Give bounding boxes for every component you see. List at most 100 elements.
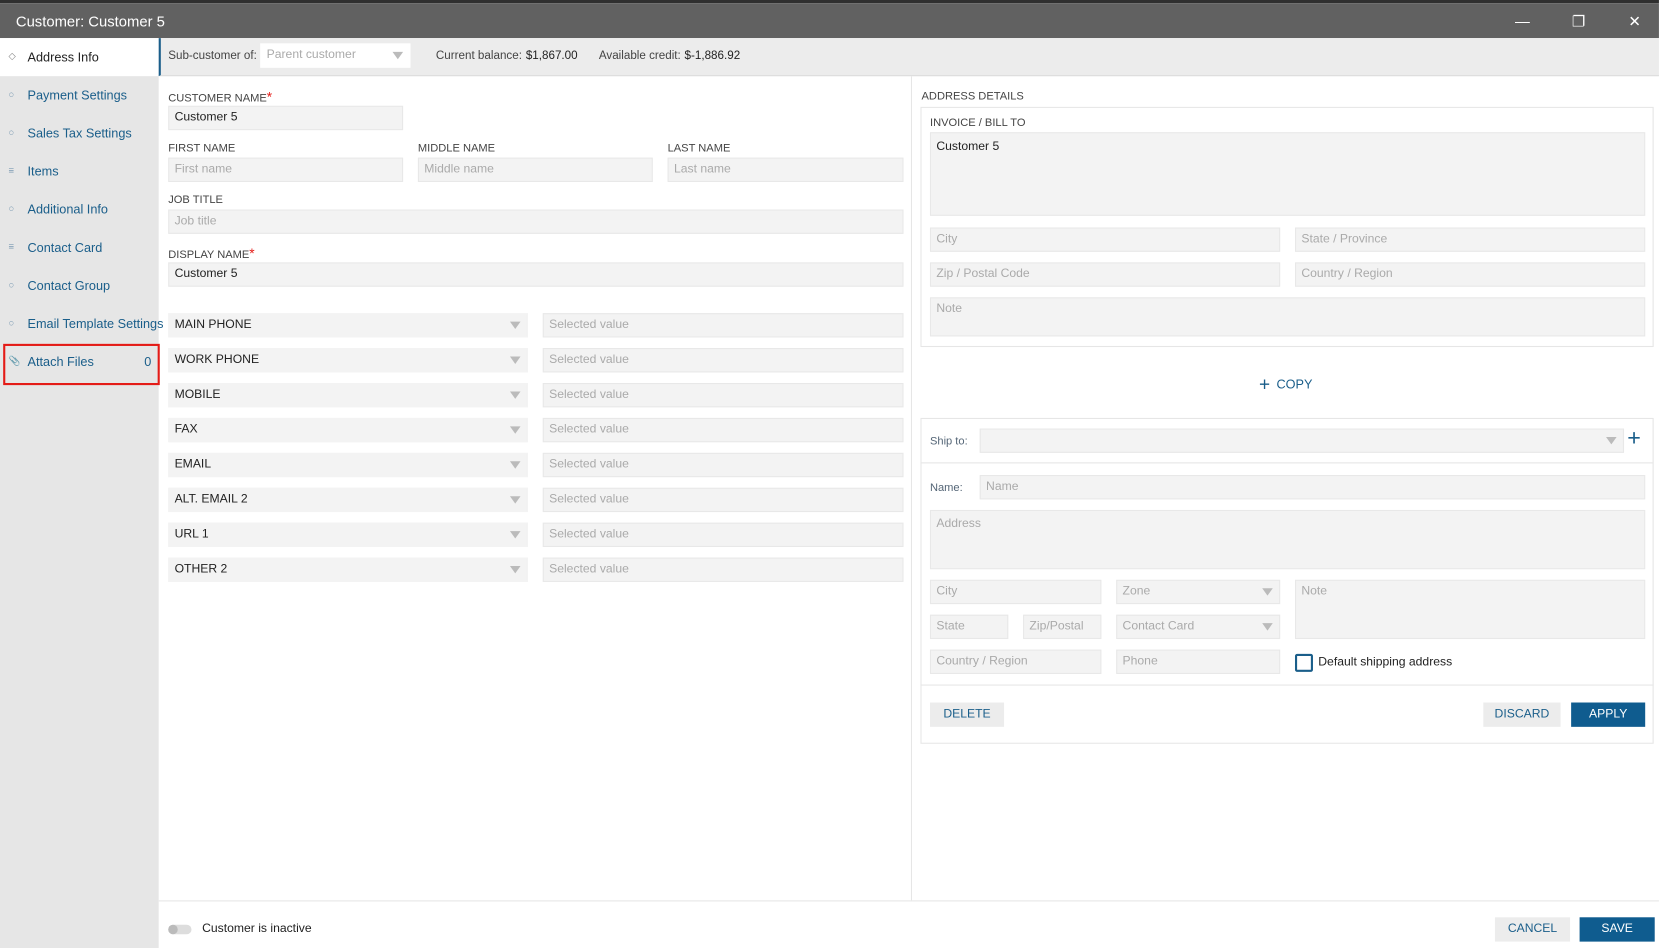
contact-type-select[interactable]: URL 1: [168, 522, 528, 547]
contact-type-label: URL 1: [174, 527, 209, 541]
chevron-down-icon: [1262, 588, 1273, 596]
chevron-down-icon: [509, 461, 521, 469]
sub-customer-label: Sub-customer of:: [168, 49, 257, 63]
ship-name-input[interactable]: Name: [979, 475, 1646, 500]
sidebar-item-items[interactable]: ≡ Items: [0, 152, 159, 190]
sidebar-item-address-info[interactable]: ◇ Address Info: [0, 38, 159, 77]
chevron-down-icon: [509, 321, 521, 330]
job-title-input[interactable]: Job title: [168, 209, 904, 234]
apply-button[interactable]: APPLY: [1571, 702, 1646, 727]
ship-city-input[interactable]: City: [929, 579, 1102, 605]
chevron-down-icon: [509, 391, 521, 399]
contact-value-input[interactable]: Selected value: [542, 452, 904, 478]
default-shipping-label: Default shipping address: [1318, 655, 1453, 669]
sidebar-item-additional-info[interactable]: ○ Additional Info: [0, 190, 159, 228]
circle-icon: ○: [8, 126, 15, 138]
parent-customer-select[interactable]: Parent customer: [260, 43, 411, 68]
contact-type-label: FAX: [174, 423, 198, 436]
diamond-icon: ◇: [8, 50, 16, 62]
credit-label: Available credit:: [598, 49, 681, 63]
discard-button[interactable]: DISCARD: [1483, 702, 1561, 727]
first-name-input[interactable]: First name: [168, 157, 404, 182]
cancel-button[interactable]: CANCEL: [1494, 917, 1571, 942]
circle-icon: ○: [8, 88, 15, 100]
contact-value-input[interactable]: Selected value: [542, 417, 904, 443]
sidebar-item-sales-tax-settings[interactable]: ○ Sales Tax Settings: [0, 114, 159, 152]
ship-zip-input[interactable]: Zip/Postal: [1023, 614, 1102, 640]
close-icon[interactable]: ✕: [1619, 10, 1651, 33]
contact-type-select[interactable]: WORK PHONE: [168, 348, 528, 373]
footer-divider: [158, 900, 1659, 902]
chevron-down-icon: [1262, 623, 1273, 631]
bill-note-input[interactable]: Note: [929, 297, 1646, 337]
add-ship-to-icon[interactable]: +: [1627, 424, 1641, 452]
sidebar-item-payment-settings[interactable]: ○ Payment Settings: [0, 76, 159, 114]
ship-note-input[interactable]: Note: [1294, 579, 1646, 640]
circle-icon: ○: [8, 203, 15, 214]
restore-icon[interactable]: ❐: [1563, 10, 1595, 33]
bill-city-input[interactable]: City: [929, 227, 1281, 252]
save-button[interactable]: SAVE: [1579, 917, 1655, 942]
contact-type-select[interactable]: OTHER 2: [168, 557, 528, 582]
ship-zone-select[interactable]: Zone: [1116, 579, 1281, 605]
default-shipping-checkbox[interactable]: [1294, 653, 1313, 672]
sidebar-item-email-template-settings[interactable]: ○ Email Template Settings: [0, 305, 163, 343]
display-name-input[interactable]: Customer 5: [168, 262, 904, 287]
contact-type-select[interactable]: MOBILE: [168, 382, 528, 408]
bill-country-input[interactable]: Country / Region: [1294, 262, 1646, 287]
bill-zip-input[interactable]: Zip / Postal Code: [929, 262, 1281, 287]
contact-value-input[interactable]: Selected value: [542, 522, 904, 547]
ship-address-input[interactable]: Address: [929, 509, 1646, 570]
minimize-icon[interactable]: —: [1507, 10, 1539, 33]
first-name-label: FIRST NAME: [168, 141, 236, 155]
sidebar-item-contact-group[interactable]: ○ Contact Group: [0, 267, 159, 305]
job-title-label: JOB TITLE: [168, 193, 223, 207]
ship-contact-card-select[interactable]: Contact Card: [1116, 614, 1281, 640]
contact-value-input[interactable]: Selected value: [542, 557, 904, 582]
display-name-label: DISPLAY NAME*: [168, 245, 255, 262]
bill-to-textarea[interactable]: Customer 5: [929, 132, 1646, 216]
bill-state-input[interactable]: State / Province: [1294, 227, 1646, 252]
contact-type-select[interactable]: ALT. EMAIL 2: [168, 487, 528, 513]
header-bar: Sub-customer of: Parent customer Current…: [158, 38, 1659, 77]
customer-name-input[interactable]: Customer 5: [168, 105, 404, 131]
ship-country-input[interactable]: Country / Region: [929, 649, 1102, 674]
parent-customer-placeholder: Parent customer: [266, 48, 356, 62]
lines-icon: ≡: [8, 165, 15, 176]
column-divider: [910, 76, 912, 901]
credit-value: $-1,886.92: [684, 49, 741, 63]
last-name-input[interactable]: Last name: [667, 157, 904, 182]
contact-value-input[interactable]: Selected value: [542, 382, 904, 408]
contact-value-input[interactable]: Selected value: [542, 348, 904, 373]
zone-placeholder: Zone: [1122, 585, 1151, 598]
attach-files-highlight: [3, 343, 160, 386]
inactive-toggle[interactable]: [168, 924, 192, 935]
lines-icon: ≡: [8, 241, 15, 252]
contact-type-label: OTHER 2: [174, 562, 228, 576]
contact-value-input[interactable]: Selected value: [542, 313, 904, 338]
contact-type-label: EMAIL: [174, 458, 212, 471]
address-details-title: ADDRESS DETAILS: [921, 89, 1024, 103]
copy-label: COPY: [1276, 376, 1313, 392]
middle-name-input[interactable]: Middle name: [417, 157, 653, 182]
copy-button[interactable]: + COPY: [1259, 373, 1312, 395]
contact-type-label: WORK PHONE: [174, 353, 260, 367]
inactive-label: Customer is inactive: [202, 922, 312, 936]
contact-type-select[interactable]: FAX: [168, 417, 528, 443]
delete-button[interactable]: DELETE: [929, 702, 1005, 727]
ship-state-input[interactable]: State: [929, 614, 1009, 640]
contact-value-input[interactable]: Selected value: [542, 487, 904, 513]
contact-type-label: MOBILE: [174, 388, 221, 401]
window-title: Customer: Customer 5: [15, 12, 165, 30]
sidebar: ◇ Address Info ○ Payment Settings ○ Sales T…: [0, 38, 163, 948]
sidebar-item-contact-card[interactable]: ≡ Contact Card: [0, 229, 159, 267]
contact-type-select[interactable]: EMAIL: [168, 452, 528, 478]
circle-icon: ○: [8, 279, 15, 290]
circle-icon: ○: [8, 317, 15, 328]
middle-name-label: MIDDLE NAME: [417, 141, 496, 155]
contact-type-select[interactable]: MAIN PHONE: [168, 313, 528, 338]
ship-to-select[interactable]: [979, 428, 1625, 453]
divider: [920, 684, 1654, 686]
balance-label: Current balance:: [435, 49, 522, 63]
ship-phone-input[interactable]: Phone: [1116, 649, 1281, 674]
